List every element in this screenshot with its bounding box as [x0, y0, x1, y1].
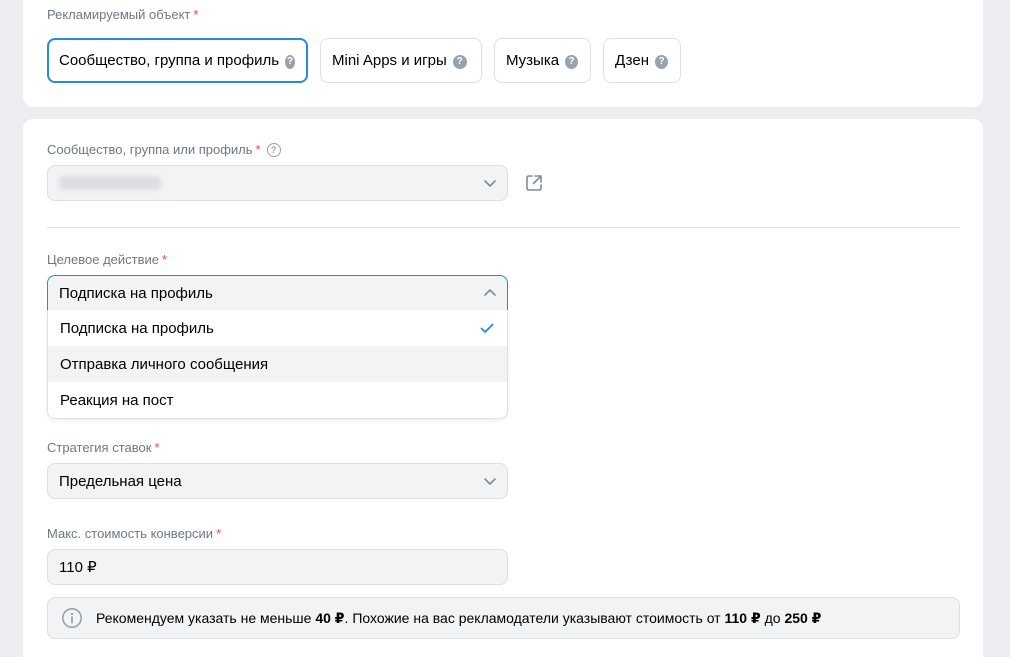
question-icon[interactable]: ? — [565, 54, 578, 69]
chevron-down-icon — [484, 180, 496, 187]
chip-label: Mini Apps и игры — [332, 52, 447, 69]
max-cost-input[interactable]: 110 ₽ — [47, 549, 508, 585]
min-value: 40 ₽ — [315, 609, 345, 626]
target-action-label: Целевое действие * — [47, 252, 168, 267]
question-icon[interactable]: ? — [655, 54, 668, 69]
required-mark: * — [162, 252, 168, 267]
checkmark-icon — [480, 323, 494, 333]
chip-label: Дзен — [615, 52, 649, 69]
chip-mini-apps-games[interactable]: Mini Apps и игры ? — [320, 38, 482, 83]
required-mark: * — [255, 142, 261, 157]
required-mark: * — [193, 7, 199, 22]
selected-value: Предельная цена — [59, 472, 182, 490]
community-select[interactable] — [47, 165, 508, 201]
selected-value: Подписка на профиль — [59, 284, 213, 302]
max-cost-label: Макс. стоимость конверсии * — [47, 526, 222, 541]
advertised-object-label: Рекламируемый объект * — [47, 7, 199, 22]
question-icon[interactable]: ? — [266, 142, 281, 157]
hidden-community-name — [59, 176, 161, 190]
recommendation-text: Рекомендуем указать не меньше 40 ₽. Похо… — [96, 609, 822, 626]
question-icon[interactable]: ? — [285, 54, 295, 69]
option-send-message[interactable]: Отправка личного сообщения — [48, 346, 507, 382]
community-field-label: Сообщество, группа или профиль * ? — [47, 142, 281, 157]
target-action-select[interactable]: Подписка на профиль — [47, 275, 508, 311]
external-link-icon[interactable] — [524, 173, 544, 193]
chevron-up-icon — [484, 289, 496, 296]
option-post-reaction[interactable]: Реакция на пост — [48, 382, 507, 418]
target-action-dropdown: Подписка на профиль Отправка личного соо… — [47, 310, 508, 419]
campaign-settings-card: Сообщество, группа или профиль * ? Целево… — [23, 119, 983, 657]
required-mark: * — [154, 440, 160, 455]
to-value: 250 ₽ — [784, 609, 822, 626]
question-icon[interactable]: ? — [452, 54, 467, 69]
chip-community-group-profile[interactable]: Сообщество, группа и профиль ? — [47, 38, 308, 83]
chip-dzen[interactable]: Дзен ? — [603, 38, 681, 83]
info-icon — [62, 608, 82, 628]
section-divider — [47, 227, 960, 228]
chip-label: Сообщество, группа и профиль — [59, 52, 280, 69]
chevron-down-icon — [484, 478, 496, 485]
recommendation-banner: Рекомендуем указать не меньше 40 ₽. Похо… — [47, 597, 960, 639]
input-value: 110 ₽ — [59, 559, 97, 576]
required-mark: * — [216, 526, 222, 541]
advertised-object-card: Рекламируемый объект * Сообщество, группа… — [23, 0, 983, 107]
bid-strategy-select[interactable]: Предельная цена — [47, 463, 508, 499]
chip-music[interactable]: Музыка ? — [494, 38, 591, 83]
from-value: 110 ₽ — [724, 609, 761, 626]
chip-label: Музыка — [506, 52, 560, 69]
bid-strategy-label: Стратегия ставок * — [47, 440, 160, 455]
option-subscribe-profile[interactable]: Подписка на профиль — [48, 310, 507, 346]
